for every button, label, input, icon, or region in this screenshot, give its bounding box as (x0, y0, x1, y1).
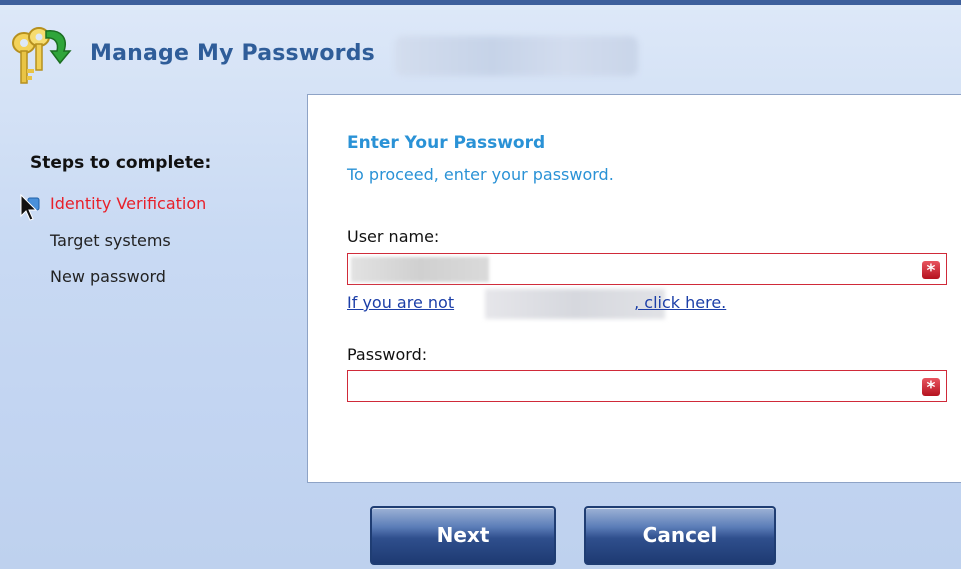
form-subtitle: To proceed, enter your password. (347, 165, 614, 184)
username-field[interactable]: * (347, 253, 947, 285)
app-title: Manage My Passwords (90, 41, 375, 66)
required-icon: * (922, 378, 940, 398)
not-you-link-row: If you are not , click here. (347, 293, 726, 312)
step-new-password: New password (50, 267, 166, 286)
next-button[interactable]: Next (370, 506, 556, 565)
step-target-systems: Target systems (50, 231, 171, 250)
username-label: User name: (347, 227, 440, 246)
password-label: Password: (347, 345, 428, 364)
password-input[interactable] (354, 374, 914, 398)
current-step-pointer-icon (20, 194, 40, 221)
cancel-button[interactable]: Cancel (584, 506, 776, 565)
keys-icon (12, 27, 72, 84)
app-window: Manage My Passwords Steps to complete: I… (0, 0, 961, 569)
password-field[interactable]: * (347, 370, 947, 402)
username-input[interactable] (354, 257, 914, 281)
form-title: Enter Your Password (347, 133, 546, 153)
required-icon: * (922, 261, 940, 281)
steps-title: Steps to complete: (30, 153, 212, 173)
not-you-link[interactable]: If you are not (347, 293, 454, 312)
step-identity-verification: Identity Verification (50, 194, 207, 213)
click-here-link[interactable]: , click here. (634, 293, 726, 312)
user-name-redacted (395, 36, 638, 76)
